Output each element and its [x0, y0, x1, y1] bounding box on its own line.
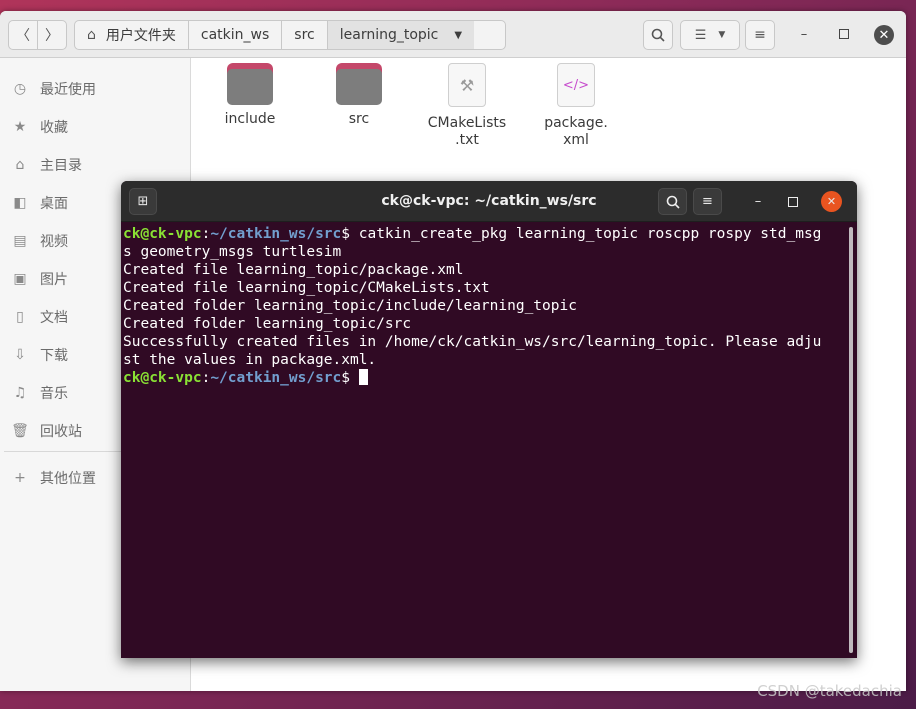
terminal-scrollbar[interactable] [849, 227, 853, 653]
file-item-cmakelists[interactable]: ⚒ CMakeLists .txt [422, 63, 512, 149]
search-icon [666, 195, 680, 209]
star-icon: ★ [13, 119, 27, 135]
file-item-src[interactable]: src [314, 63, 404, 128]
breadcrumb-src[interactable]: src [282, 21, 328, 49]
watermark: CSDN @takedachia [757, 682, 902, 700]
desktop-icon: ◧ [13, 195, 27, 211]
command-line-wrap: s geometry_msgs turtlesim [123, 244, 342, 260]
search-icon [651, 28, 665, 42]
folder-icon [227, 63, 273, 105]
minimize-icon: – [800, 26, 808, 42]
breadcrumb-home[interactable]: ⌂ 用户文件夹 [75, 21, 189, 49]
terminal-menu-button[interactable]: ≡ [693, 188, 722, 215]
output-line: Created folder learning_topic/include/le… [123, 298, 577, 314]
sidebar-item-home[interactable]: ⌂ 主目录 [0, 149, 190, 181]
hamburger-icon: ≡ [754, 27, 766, 43]
terminal-minimize-button[interactable]: – [744, 188, 772, 215]
dropdown-arrow-icon: ▼ [454, 29, 463, 41]
file-manager-header: 〈 〉 ⌂ 用户文件夹 catkin_ws src learning_topic… [0, 11, 906, 58]
output-line: Created file learning_topic/CMakeLists.t… [123, 280, 490, 296]
chevron-right-icon: 〉 [45, 28, 59, 44]
terminal-close-button[interactable]: ✕ [821, 191, 842, 212]
list-view-icon: ☰ [694, 27, 707, 43]
terminal-header: ⊞ ck@ck-vpc: ~/catkin_ws/src ≡ – ✕ [121, 181, 857, 222]
minimize-icon: – [754, 194, 762, 209]
download-icon: ⇩ [14, 347, 26, 363]
clock-icon: ◷ [13, 81, 27, 97]
sidebar-item-starred[interactable]: ★ 收藏 [0, 111, 190, 143]
breadcrumb: ⌂ 用户文件夹 catkin_ws src learning_topic ▼ [74, 20, 506, 50]
output-line: st the values in package.xml. [123, 352, 377, 368]
chevron-left-icon: 〈 [16, 28, 30, 44]
sidebar-item-recent[interactable]: ◷ 最近使用 [0, 73, 190, 105]
trash-icon: 🗑 [11, 423, 29, 439]
breadcrumb-learning-topic[interactable]: learning_topic ▼ [327, 21, 475, 49]
chevron-down-icon: ▼ [718, 30, 726, 40]
search-button[interactable] [643, 20, 673, 50]
breadcrumb-catkin-ws[interactable]: catkin_ws [189, 21, 283, 49]
home-icon: ⌂ [15, 157, 25, 173]
document-icon: ▯ [16, 309, 24, 325]
close-icon: ✕ [878, 27, 890, 43]
terminal-maximize-button[interactable] [779, 188, 807, 215]
command-line: ck@ck-vpc:~/catkin_ws/src$ catkin_create… [123, 226, 822, 242]
view-options-button[interactable]: ☰ ▼ [680, 20, 740, 50]
image-icon: ▣ [13, 271, 27, 287]
music-icon: ♫ [13, 385, 27, 401]
xml-file-icon: </> [557, 63, 595, 107]
terminal-output[interactable]: ck@ck-vpc:~/catkin_ws/src$ catkin_create… [123, 225, 845, 387]
plus-icon: + [14, 470, 26, 486]
maximize-icon [788, 196, 798, 207]
minimize-button[interactable]: – [795, 25, 813, 43]
text-cursor [358, 369, 368, 385]
prompt-line: ck@ck-vpc:~/catkin_ws/src$ [123, 369, 845, 387]
hamburger-icon: ≡ [702, 194, 713, 209]
folder-icon [336, 63, 382, 105]
close-icon: ✕ [826, 195, 837, 208]
maximize-icon [839, 29, 849, 39]
file-item-include[interactable]: include [205, 63, 295, 128]
file-item-package-xml[interactable]: </> package. xml [531, 63, 621, 149]
output-line: Created folder learning_topic/src [123, 316, 412, 332]
output-line: Successfully created files in /home/ck/c… [123, 334, 822, 350]
terminal-window[interactable]: ⊞ ck@ck-vpc: ~/catkin_ws/src ≡ – ✕ ck@ck… [121, 181, 857, 658]
close-button[interactable]: ✕ [874, 25, 894, 45]
terminal-search-button[interactable] [658, 188, 687, 215]
menu-button[interactable]: ≡ [745, 20, 775, 50]
forward-button[interactable]: 〉 [37, 20, 67, 50]
back-button[interactable]: 〈 [8, 20, 38, 50]
video-icon: ▤ [13, 233, 27, 249]
output-line: Created file learning_topic/package.xml [123, 262, 464, 278]
home-icon: ⌂ [87, 27, 96, 43]
cmake-file-icon: ⚒ [448, 63, 486, 107]
maximize-button[interactable] [835, 25, 853, 43]
